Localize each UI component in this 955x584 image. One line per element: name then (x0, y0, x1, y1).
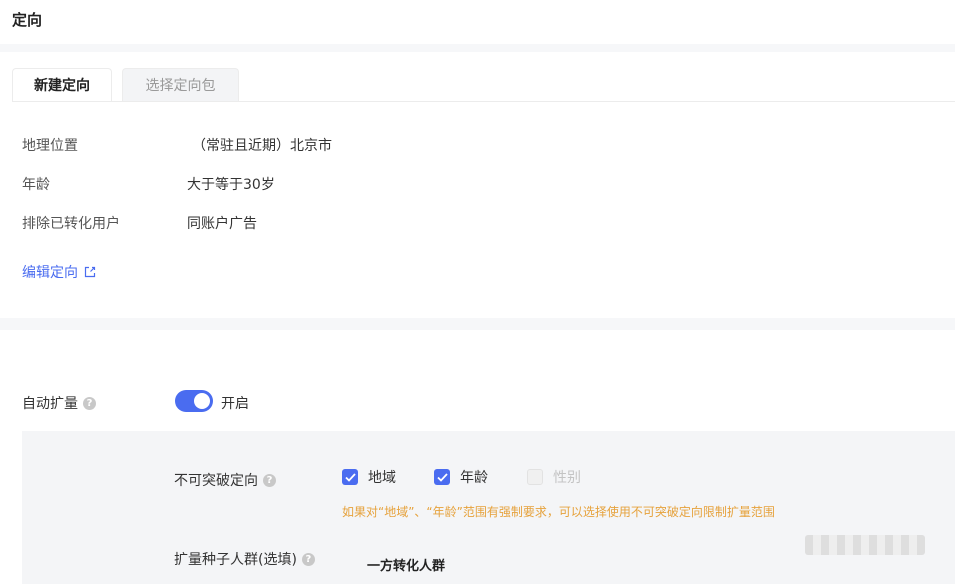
auto-expand-section: 自动扩量 ? 开启 不可突破定向 ? 地域 年龄 性别 如果对“地域”、“年龄”… (0, 330, 955, 584)
toggle-status-text: 开启 (221, 396, 249, 412)
checkbox-region[interactable]: 地域 (342, 467, 396, 487)
page-title: 定向 (12, 11, 43, 29)
edit-targeting-link[interactable]: 编辑定向 (22, 262, 96, 282)
seed-audience-label-text: 扩量种子人群(选填) (174, 552, 297, 568)
checkmark-icon (344, 472, 356, 482)
question-circle-icon[interactable]: ? (83, 396, 96, 410)
checkbox-box[interactable] (527, 469, 543, 485)
summary-label: 地理位置 (22, 138, 78, 154)
seed-audience-value[interactable]: 一方转化人群 (367, 555, 445, 574)
checkbox-label: 年龄 (460, 470, 488, 486)
summary-label: 年龄 (22, 177, 50, 193)
auto-expand-toggle[interactable] (175, 390, 213, 412)
expand-options-panel: 不可突破定向 ? 地域 年龄 性别 如果对“地域”、“年龄”范围有强制要求，可以… (22, 431, 955, 584)
checkbox-label: 性别 (553, 470, 581, 486)
blurred-watermark (805, 535, 925, 555)
question-circle-icon[interactable]: ? (301, 552, 315, 566)
summary-label: 排除已转化用户 (22, 216, 120, 232)
external-edit-icon (84, 266, 96, 278)
checkbox-age[interactable]: 年龄 (434, 467, 488, 487)
checkbox-box[interactable] (342, 469, 358, 485)
summary-value: 大于等于30岁 (187, 177, 275, 193)
tab-new-targeting[interactable]: 新建定向 (12, 68, 112, 102)
seed-audience-label: 扩量种子人群(选填) ? (174, 549, 315, 569)
checkmark-icon (436, 472, 448, 482)
targeting-card: 新建定向 选择定向包 地理位置 （常驻且近期）北京市 年龄 大于等于30岁 排除… (0, 52, 955, 318)
question-circle-icon[interactable]: ? (263, 473, 276, 487)
auto-expand-label-text: 自动扩量 (22, 396, 78, 412)
page-header: 定向 (0, 0, 955, 44)
checkbox-gender[interactable]: 性别 (527, 467, 581, 487)
tab-select-package[interactable]: 选择定向包 (122, 68, 239, 102)
unbreakable-hint: 如果对“地域”、“年龄”范围有强制要求，可以选择使用不可突破定向限制扩量范围 (342, 505, 775, 519)
checkbox-box[interactable] (434, 469, 450, 485)
checkbox-label: 地域 (368, 470, 396, 486)
edit-targeting-label: 编辑定向 (22, 265, 78, 281)
tab-divider (12, 101, 955, 102)
toggle-knob (194, 393, 210, 409)
unbreakable-label: 不可突破定向 ? (174, 470, 276, 490)
unbreakable-label-text: 不可突破定向 (174, 473, 258, 489)
auto-expand-label: 自动扩量 ? (22, 393, 96, 413)
summary-value: （常驻且近期）北京市 (192, 138, 332, 154)
summary-value: 同账户广告 (187, 216, 257, 232)
